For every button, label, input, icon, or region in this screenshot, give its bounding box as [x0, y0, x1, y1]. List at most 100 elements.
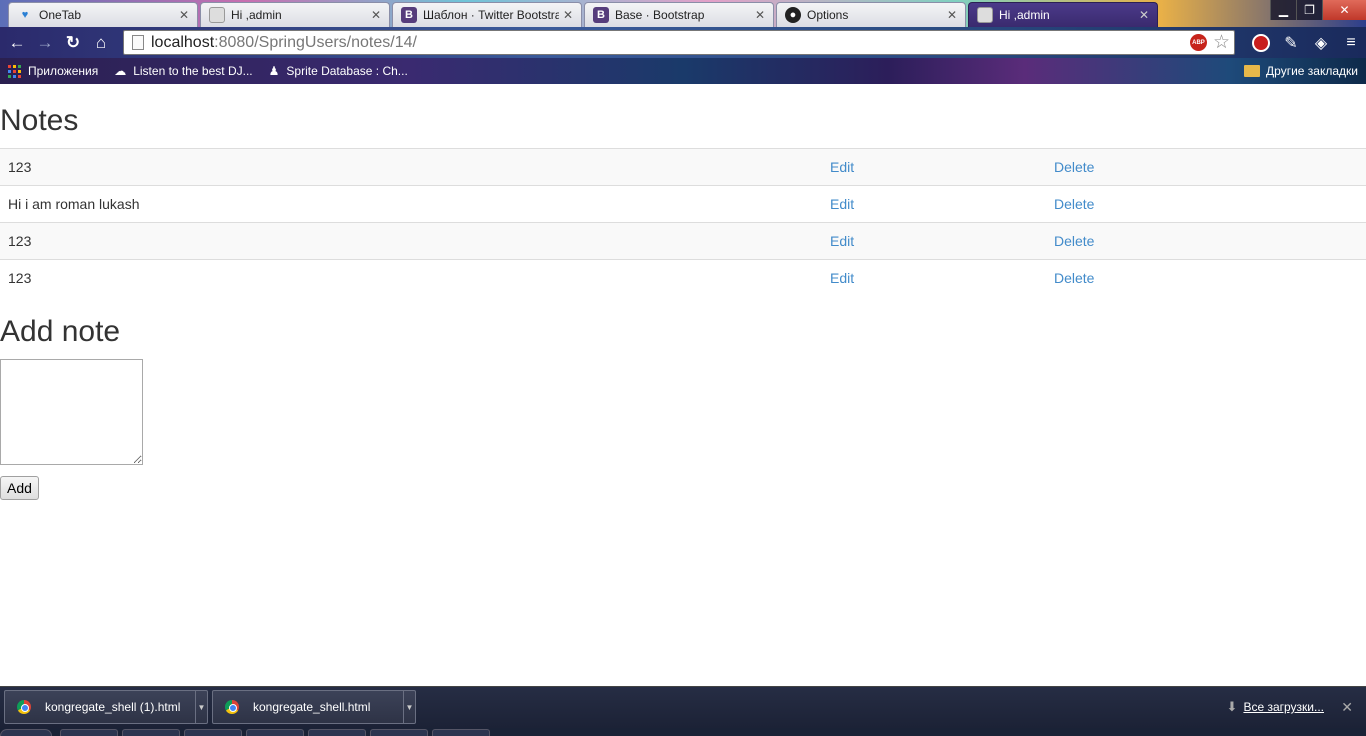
table-row: 123 Edit Delete: [0, 259, 1366, 297]
close-icon[interactable]: ✕: [1341, 699, 1353, 716]
close-icon[interactable]: ✕: [179, 8, 189, 22]
taskbar-app[interactable]: [246, 729, 304, 736]
menu-icon[interactable]: ≡: [1336, 29, 1366, 57]
apps-grid-icon: [8, 64, 21, 78]
note-text: Hi i am roman lukash: [0, 185, 822, 223]
url-host: localhost: [151, 33, 215, 51]
notes-table: 123 Edit Delete Hi i am roman lukash Edi…: [0, 148, 1366, 297]
onetab-icon: ♥: [21, 9, 29, 21]
bookmark-other[interactable]: Другие закладки: [1244, 58, 1358, 84]
close-icon[interactable]: ✕: [1139, 8, 1149, 22]
tab-title: Шаблон · Twitter Bootstra: [423, 8, 559, 22]
adblock-icon[interactable]: ABP: [1189, 34, 1207, 51]
edit-link[interactable]: Edit: [830, 270, 854, 286]
edit-link[interactable]: Edit: [830, 159, 854, 175]
bootstrap-icon: B: [593, 7, 609, 23]
taskbar-app[interactable]: [370, 729, 428, 736]
reload-icon[interactable]: ↻: [59, 29, 87, 57]
bookmark-sprite-database[interactable]: ♟ Sprite Database : Ch...: [261, 64, 416, 78]
browser-toolbar: ← → ↻ ⌂ localhost:8080/SpringUsers/notes…: [0, 27, 1366, 58]
tab-title: Hi ,admin: [231, 8, 282, 22]
edit-link[interactable]: Edit: [830, 196, 854, 212]
minimize-icon[interactable]: ▁: [1270, 0, 1296, 20]
edit-link[interactable]: Edit: [830, 233, 854, 249]
table-row: 123 Edit Delete: [0, 222, 1366, 260]
stop-extension-icon[interactable]: [1246, 29, 1276, 57]
note-textarea[interactable]: [0, 359, 143, 465]
restore-icon[interactable]: ❐: [1296, 0, 1322, 20]
start-button[interactable]: [0, 729, 52, 736]
home-icon[interactable]: ⌂: [87, 29, 115, 57]
bookmark-dj[interactable]: ☁ Listen to the best DJ...: [106, 64, 260, 78]
page-icon: [132, 35, 144, 50]
table-row: 123 Edit Delete: [0, 148, 1366, 186]
tab-hi-admin[interactable]: Hi ,admin ✕: [200, 2, 390, 27]
close-icon[interactable]: ✕: [755, 8, 765, 22]
close-icon[interactable]: ✕: [371, 8, 381, 22]
tab-title: OneTab: [39, 8, 82, 22]
download-item[interactable]: kongregate_shell (1).html ▼: [4, 690, 208, 724]
add-button[interactable]: Add: [0, 476, 39, 500]
chrome-icon: [17, 700, 31, 714]
close-icon[interactable]: ✕: [563, 8, 573, 22]
show-all-downloads: ⬇ Все загрузки...: [1227, 699, 1324, 715]
tab-bootstrap-template[interactable]: B Шаблон · Twitter Bootstra ✕: [392, 2, 582, 27]
taskbar-app[interactable]: [122, 729, 180, 736]
tab-bootstrap-base[interactable]: B Base · Bootstrap ✕: [584, 2, 774, 27]
delete-link[interactable]: Delete: [1054, 196, 1094, 212]
bookmark-label: Приложения: [28, 64, 99, 78]
omnibox-actions: ABP ☆: [1189, 33, 1230, 52]
tab-title: Base · Bootstrap: [615, 8, 705, 22]
tab-title: Options: [807, 8, 849, 22]
add-note-heading: Add note: [0, 315, 121, 348]
note-text: 123: [0, 148, 822, 186]
bookmark-star-icon[interactable]: ☆: [1213, 33, 1230, 52]
notes-heading: Notes: [0, 104, 79, 137]
note-text: 123: [0, 259, 822, 297]
shield-icon[interactable]: ◈: [1306, 29, 1336, 57]
forward-arrow-icon[interactable]: →: [31, 29, 59, 57]
url-path: :8080/SpringUsers/notes/14/: [214, 33, 417, 51]
download-filename: kongregate_shell (1).html: [45, 700, 181, 714]
address-bar[interactable]: localhost:8080/SpringUsers/notes/14/ ABP…: [123, 30, 1235, 55]
window-controls: ▁ ❐ ✕: [1270, 0, 1366, 20]
bootstrap-icon: B: [401, 7, 417, 23]
tab-onetab[interactable]: ♥ OneTab ✕: [8, 2, 198, 27]
download-filename: kongregate_shell.html: [253, 700, 371, 714]
table-row: Hi i am roman lukash Edit Delete: [0, 185, 1366, 223]
tab-hi-admin-active[interactable]: Hi ,admin ✕: [968, 2, 1158, 27]
delete-link[interactable]: Delete: [1054, 233, 1094, 249]
download-arrow-icon: ⬇: [1226, 699, 1238, 714]
show-all-downloads-link[interactable]: Все загрузки...: [1243, 700, 1324, 714]
page-image-icon: [209, 7, 225, 23]
bookmark-label: Другие закладки: [1266, 64, 1358, 78]
back-arrow-icon[interactable]: ←: [3, 29, 31, 57]
bookmark-apps[interactable]: Приложения: [0, 64, 106, 78]
bookmark-label: Listen to the best DJ...: [133, 64, 253, 78]
os-taskbar: [0, 728, 1366, 736]
bookmark-label: Sprite Database : Ch...: [286, 64, 408, 78]
tab-options[interactable]: ● Options ✕: [776, 2, 966, 27]
delete-link[interactable]: Delete: [1054, 270, 1094, 286]
note-text: 123: [0, 222, 822, 260]
taskbar-app[interactable]: [308, 729, 366, 736]
github-icon: ●: [785, 7, 801, 23]
taskbar-app[interactable]: [432, 729, 490, 736]
delete-link[interactable]: Delete: [1054, 159, 1094, 175]
window-close-icon[interactable]: ✕: [1322, 0, 1366, 20]
chevron-down-icon[interactable]: ▼: [403, 691, 415, 723]
sprite-icon: ♟: [268, 64, 280, 78]
eyedropper-icon[interactable]: ✎: [1276, 29, 1306, 57]
chevron-down-icon[interactable]: ▼: [195, 691, 207, 723]
close-icon[interactable]: ✕: [947, 8, 957, 22]
download-item[interactable]: kongregate_shell.html ▼: [212, 690, 416, 724]
extension-icons: ✎ ◈ ≡: [1246, 27, 1366, 58]
page-content: Notes 123 Edit Delete Hi i am roman luka…: [0, 84, 1366, 686]
taskbar-app[interactable]: [184, 729, 242, 736]
cloud-icon: ☁: [114, 64, 127, 78]
chrome-icon: [225, 700, 239, 714]
taskbar-app[interactable]: [60, 729, 118, 736]
bookmarks-bar: Приложения ☁ Listen to the best DJ... ♟ …: [0, 58, 1366, 84]
downloads-shelf: kongregate_shell (1).html ▼ kongregate_s…: [0, 686, 1366, 728]
page-image-icon: [977, 7, 993, 23]
